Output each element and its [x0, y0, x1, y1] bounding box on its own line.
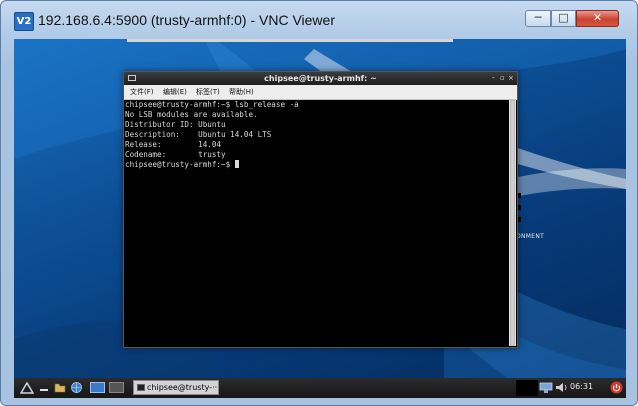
remote-desktop[interactable]: ONMENT chipsee@trusty-armhf: ~ - ▫ × 文件(… [14, 39, 626, 398]
volume-icon[interactable] [555, 381, 568, 394]
close-button[interactable]: ✕ [576, 10, 619, 27]
terminal-window[interactable]: chipsee@trusty-armhf: ~ - ▫ × 文件(F) 编辑(E… [123, 71, 518, 348]
vnc-app-icon[interactable]: V2 [14, 12, 34, 31]
wallpaper-text: ONMENT [516, 233, 545, 240]
terminal-line: No LSB modules are available. [125, 110, 258, 119]
remote-window-edge [127, 39, 453, 42]
clock[interactable]: 06:31 [570, 382, 593, 391]
power-icon[interactable] [610, 381, 623, 394]
start-menu-icon[interactable] [20, 381, 34, 394]
terminal-titlebar[interactable]: chipsee@trusty-armhf: ~ - ▫ × [124, 72, 517, 85]
terminal-close-button[interactable]: × [508, 73, 514, 84]
lxde-panel: chipsee@trusty-··· 06:31 [14, 378, 626, 398]
terminal-prompt: chipsee@trusty-armhf:~$ [125, 160, 235, 169]
menu-file[interactable]: 文件(F) [130, 87, 154, 97]
minimize-button[interactable]: ─ [525, 10, 551, 27]
menu-edit[interactable]: 编辑(E) [163, 87, 187, 97]
terminal-line: chipsee@trusty-armhf:~$ lsb_release -a [125, 100, 299, 109]
network-icon[interactable] [539, 381, 553, 394]
cpu-monitor-icon [516, 380, 538, 396]
terminal-menubar: 文件(F) 编辑(E) 标签(T) 帮助(H) [124, 85, 517, 100]
terminal-minimize-button[interactable]: - [492, 73, 495, 84]
terminal-line: Distributor ID: Ubuntu [125, 120, 226, 129]
terminal-line: Codename: trusty [125, 150, 226, 159]
maximize-button[interactable]: □ [551, 10, 576, 27]
vnc-titlebar[interactable]: V2 192.168.6.4:5900 (trusty-armhf:0) - V… [1, 1, 637, 39]
vnc-viewer-window: V2 192.168.6.4:5900 (trusty-armhf:0) - V… [0, 0, 638, 406]
menu-tabs[interactable]: 标签(T) [196, 87, 220, 97]
minimize-all-icon[interactable] [39, 381, 49, 394]
terminal-line: Description: Ubuntu 14.04 LTS [125, 130, 272, 139]
scrollbar-thumb[interactable] [510, 100, 515, 346]
taskbar-item-label: chipsee@trusty-··· [147, 383, 219, 392]
window-title: 192.168.6.4:5900 (trusty-armhf:0) - VNC … [38, 12, 335, 28]
taskbar-terminal-button[interactable]: chipsee@trusty-··· [133, 380, 219, 395]
terminal-prompt-line: chipsee@trusty-armhf:~$ [125, 160, 507, 170]
file-manager-icon[interactable] [54, 381, 66, 394]
terminal-task-icon [137, 384, 145, 391]
menu-help[interactable]: 帮助(H) [229, 87, 254, 97]
workspace-2-icon[interactable] [109, 382, 124, 393]
terminal-line: Release: 14.04 [125, 140, 222, 149]
browser-icon[interactable] [70, 381, 83, 394]
terminal-output[interactable]: chipsee@trusty-armhf:~$ lsb_release -a N… [125, 100, 507, 346]
terminal-maximize-button[interactable]: ▫ [500, 73, 505, 84]
workspace-1-icon[interactable] [90, 382, 105, 393]
terminal-scrollbar[interactable] [509, 100, 516, 346]
terminal-title: chipsee@trusty-armhf: ~ [264, 74, 377, 83]
text-cursor [234, 160, 239, 168]
